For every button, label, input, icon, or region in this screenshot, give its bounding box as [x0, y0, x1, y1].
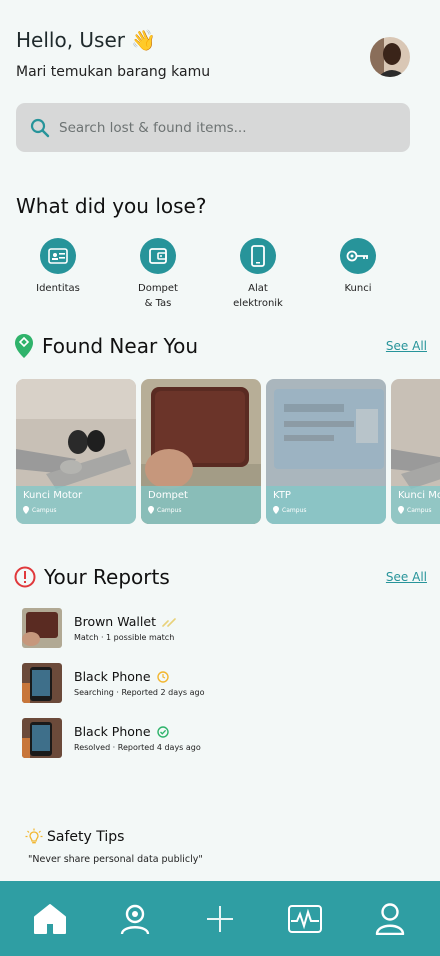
pin-small-icon: [23, 506, 29, 514]
phone-icon: [251, 245, 265, 267]
reports-section-header: Your Reports See All: [14, 565, 427, 589]
pin-small-icon: [148, 506, 154, 514]
search-input[interactable]: [59, 119, 389, 136]
alert-icon: [14, 566, 36, 588]
key-icon: [346, 250, 368, 262]
link-icon: [162, 617, 176, 627]
nav-home[interactable]: [20, 894, 80, 944]
avatar[interactable]: [370, 37, 410, 77]
found-item-location: Campus: [32, 506, 57, 514]
wallet-thumb: [22, 608, 62, 648]
lightbulb-icon: [25, 828, 43, 844]
activity-icon: [287, 904, 322, 933]
nav-activity[interactable]: [275, 894, 335, 944]
reports-list: Brown Wallet Match · 1 possible match Bl…: [22, 608, 204, 773]
found-items-carousel[interactable]: Kunci Motor Campus Dompet Campus KTP Cam…: [16, 379, 440, 524]
found-item-location: Campus: [282, 506, 307, 514]
found-item-location: Campus: [157, 506, 182, 514]
reports-see-all-link[interactable]: See All: [386, 570, 427, 584]
phone-thumb: [22, 663, 62, 703]
subtitle: Mari temukan barang kamu: [16, 64, 211, 80]
contacts-icon: [120, 904, 150, 934]
found-item-card[interactable]: KTP Campus: [266, 379, 386, 524]
greeting-text: Hello, User: [16, 28, 125, 52]
category-kunci[interactable]: Kunci: [308, 238, 408, 311]
search-bar[interactable]: [16, 103, 410, 152]
safety-tips: Safety Tips "Never share personal data p…: [25, 828, 203, 865]
report-item[interactable]: Black Phone Searching · Reported 2 days …: [22, 663, 204, 703]
bottom-nav: [0, 881, 440, 956]
found-item-name: KTP: [273, 490, 291, 501]
profile-icon: [375, 902, 404, 935]
check-icon: [156, 725, 169, 738]
nav-contacts[interactable]: [105, 894, 165, 944]
category-identitas[interactable]: Identitas: [8, 238, 108, 311]
found-section-header: Found Near You See All: [14, 333, 427, 359]
report-title: Brown Wallet: [74, 614, 156, 629]
nav-add[interactable]: [190, 894, 250, 944]
lose-section-title: What did you lose?: [16, 194, 207, 218]
found-section-title: Found Near You: [42, 334, 199, 358]
tips-title: Safety Tips: [47, 829, 125, 845]
report-title: Black Phone: [74, 724, 151, 739]
report-item[interactable]: Brown Wallet Match · 1 possible match: [22, 608, 204, 648]
clock-icon: [156, 670, 169, 683]
found-item-name: Kunci Mo: [398, 490, 440, 501]
home-icon: [34, 903, 67, 934]
reports-section-title: Your Reports: [44, 565, 170, 589]
category-dompet-tas[interactable]: Dompet & Tas: [108, 238, 208, 311]
phone-thumb: [22, 718, 62, 758]
wallet-icon: [149, 248, 167, 264]
found-item-name: Dompet: [148, 490, 188, 501]
location-pin-icon: [15, 334, 33, 358]
category-alat-elektronik[interactable]: Alat elektronik: [208, 238, 308, 311]
search-icon: [30, 118, 50, 137]
tips-text: "Never share personal data publicly": [28, 854, 203, 865]
report-status: Resolved · Reported 4 days ago: [74, 743, 201, 752]
found-item-card[interactable]: Kunci Mo Campus: [391, 379, 440, 524]
found-item-location: Campus: [407, 506, 432, 514]
found-item-card[interactable]: Dompet Campus: [141, 379, 261, 524]
greeting: Hello, User 👋: [16, 28, 210, 52]
wave-emoji: 👋: [131, 28, 156, 52]
nav-profile[interactable]: [360, 894, 420, 944]
found-see-all-link[interactable]: See All: [386, 339, 427, 353]
header: Hello, User 👋 Mari temukan barang kamu: [16, 28, 210, 80]
pin-small-icon: [273, 506, 279, 514]
found-item-name: Kunci Motor: [23, 490, 83, 501]
add-icon: [206, 905, 233, 932]
report-status: Match · 1 possible match: [74, 633, 175, 642]
id-card-icon: [48, 248, 68, 264]
report-item[interactable]: Black Phone Resolved · Reported 4 days a…: [22, 718, 204, 758]
category-list: Identitas Dompet & Tas Alat elektronik K…: [8, 238, 408, 311]
report-status: Searching · Reported 2 days ago: [74, 688, 205, 697]
found-item-card[interactable]: Kunci Motor Campus: [16, 379, 136, 524]
pin-small-icon: [398, 506, 404, 514]
report-title: Black Phone: [74, 669, 151, 684]
